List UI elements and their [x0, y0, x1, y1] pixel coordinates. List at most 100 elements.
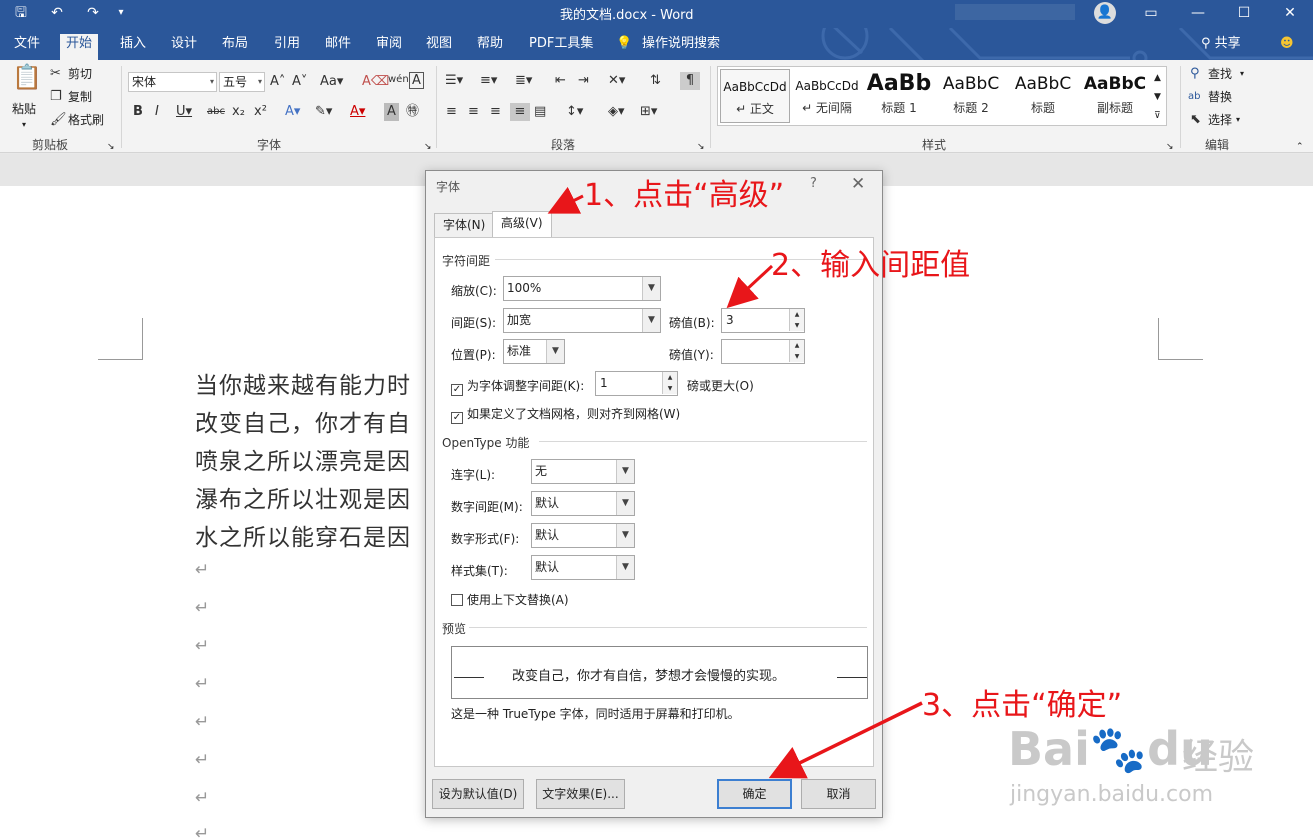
align-right-icon[interactable]: ≡: [490, 103, 501, 121]
tab-home[interactable]: 开始: [60, 34, 99, 60]
position-select[interactable]: 标准 ▼: [503, 339, 565, 364]
position-by-input[interactable]: ▲ ▼: [721, 339, 805, 364]
gallery-more-icon[interactable]: ⊽: [1154, 107, 1161, 125]
paste-dropdown-icon[interactable]: ▾: [22, 116, 26, 134]
shading-icon[interactable]: ◈▾: [608, 103, 625, 121]
paste-icon[interactable]: 📋: [12, 65, 42, 89]
underline-icon[interactable]: U▾: [176, 103, 192, 121]
line-spacing-icon[interactable]: ↕▾: [566, 103, 583, 121]
copy-icon[interactable]: ❐: [50, 88, 62, 106]
grow-font-icon[interactable]: A˄: [270, 73, 285, 91]
char-border-icon[interactable]: A: [409, 72, 424, 89]
spin-down-icon[interactable]: ▼: [789, 320, 804, 331]
change-case-icon[interactable]: Aa▾: [320, 73, 343, 91]
scissors-icon[interactable]: ✂: [50, 65, 61, 83]
select-cursor-icon[interactable]: ⬉: [1190, 111, 1201, 129]
spin-up-icon[interactable]: ▲: [789, 309, 804, 320]
ribbon-display-icon[interactable]: ▭: [1131, 2, 1171, 24]
select-button[interactable]: 选择: [1208, 111, 1232, 129]
scale-select[interactable]: 100% ▼: [503, 276, 661, 301]
decrease-indent-icon[interactable]: ⇤: [555, 72, 566, 90]
spin-up-icon[interactable]: ▲: [662, 372, 677, 383]
tab-review[interactable]: 审阅: [370, 34, 408, 60]
kerning-input[interactable]: 1 ▲ ▼: [595, 371, 678, 396]
tab-layout[interactable]: 布局: [216, 34, 254, 60]
highlight-icon[interactable]: ✎▾: [315, 103, 332, 121]
style-title[interactable]: AaBbC 标题: [1008, 69, 1078, 123]
numbering-icon[interactable]: ≡▾: [480, 72, 497, 90]
find-icon[interactable]: ⚲: [1190, 65, 1200, 83]
italic-icon[interactable]: I: [155, 103, 159, 121]
undo-icon[interactable]: ↶: [44, 3, 70, 23]
gallery-scroll-up-icon[interactable]: ▲: [1154, 69, 1161, 87]
redo-icon[interactable]: ↷: [80, 3, 106, 23]
shrink-font-icon[interactable]: A˅: [292, 73, 307, 91]
enclose-char-icon[interactable]: ㊕: [406, 103, 419, 121]
style-no-spacing[interactable]: AaBbCcDd ↵ 无间隔: [792, 69, 862, 123]
tab-help[interactable]: 帮助: [471, 34, 509, 60]
tab-design[interactable]: 设计: [165, 34, 203, 60]
ok-button[interactable]: 确定: [717, 779, 792, 809]
cut-button[interactable]: 剪切: [68, 65, 92, 83]
smiley-feedback-icon[interactable]: ☻: [1274, 34, 1300, 60]
number-forms-select[interactable]: 默认 ▼: [531, 523, 635, 548]
close-icon[interactable]: ✕: [851, 174, 865, 194]
customize-qat-icon[interactable]: ▾: [108, 3, 134, 23]
spacing-select[interactable]: 加宽 ▼: [503, 308, 661, 333]
ligatures-select[interactable]: 无 ▼: [531, 459, 635, 484]
replace-button[interactable]: 替换: [1208, 88, 1232, 106]
replace-icon[interactable]: ab: [1188, 88, 1200, 106]
tab-pdf-tools[interactable]: PDF工具集: [523, 34, 599, 60]
tab-insert[interactable]: 插入: [114, 34, 152, 60]
chinese-layout-icon[interactable]: ✕▾: [608, 72, 625, 90]
superscript-icon[interactable]: x²: [254, 103, 267, 121]
contextual-alternates-checkbox[interactable]: 使用上下文替换(A): [451, 591, 569, 608]
chevron-down-icon[interactable]: ▾: [1240, 65, 1244, 83]
text-effects-icon[interactable]: A▾: [285, 103, 300, 121]
distributed-icon[interactable]: ▤: [534, 103, 546, 121]
borders-icon[interactable]: ⊞▾: [640, 103, 657, 121]
justify-icon[interactable]: ≡: [510, 103, 530, 121]
close-window-icon[interactable]: ✕: [1270, 2, 1310, 24]
find-button[interactable]: 查找: [1208, 65, 1232, 83]
account-avatar-icon[interactable]: 👤: [1094, 2, 1116, 24]
help-icon[interactable]: ?: [810, 176, 817, 191]
cancel-button[interactable]: 取消: [801, 779, 876, 809]
share-button[interactable]: ⚲ 共享: [1195, 34, 1247, 60]
subscript-icon[interactable]: x₂: [232, 103, 245, 121]
tab-advanced[interactable]: 高级(V): [492, 211, 552, 238]
gallery-scroll-down-icon[interactable]: ▼: [1154, 88, 1161, 106]
minimize-icon[interactable]: —: [1178, 2, 1218, 24]
style-heading-2[interactable]: AaBbC 标题 2: [936, 69, 1006, 123]
align-left-icon[interactable]: ≡: [446, 103, 457, 121]
style-subtitle[interactable]: AaBbC 副标题: [1080, 69, 1150, 123]
font-name-combo[interactable]: 宋体 ▾: [128, 72, 217, 92]
stylistic-sets-select[interactable]: 默认 ▼: [531, 555, 635, 580]
tab-references[interactable]: 引用: [268, 34, 306, 60]
font-color-icon[interactable]: A▾: [350, 103, 365, 121]
clear-format-icon[interactable]: A⌫: [362, 73, 389, 91]
tell-me-search[interactable]: 操作说明搜索: [636, 34, 726, 60]
tab-mailings[interactable]: 邮件: [319, 34, 357, 60]
copy-button[interactable]: 复制: [68, 88, 92, 106]
spin-up-icon[interactable]: ▲: [789, 340, 804, 351]
spin-down-icon[interactable]: ▼: [789, 351, 804, 362]
format-painter-icon[interactable]: 🖌: [50, 111, 67, 129]
text-effects-button[interactable]: 文字效果(E)...: [536, 779, 625, 809]
set-default-button[interactable]: 设为默认值(D): [432, 779, 524, 809]
bullets-icon[interactable]: ☰▾: [445, 72, 463, 90]
sort-icon[interactable]: ⇅: [650, 72, 661, 90]
tab-view[interactable]: 视图: [420, 34, 458, 60]
lightbulb-icon[interactable]: 💡: [610, 34, 638, 60]
maximize-icon[interactable]: ☐: [1224, 2, 1264, 24]
number-spacing-select[interactable]: 默认 ▼: [531, 491, 635, 516]
phonetic-guide-icon[interactable]: wén: [388, 71, 409, 89]
increase-indent-icon[interactable]: ⇥: [578, 72, 589, 90]
snap-grid-checkbox[interactable]: ✓ 如果定义了文档网格，则对齐到网格(W): [451, 405, 680, 424]
font-size-combo[interactable]: 五号 ▾: [219, 72, 265, 92]
kerning-checkbox[interactable]: ✓ 为字体调整字间距(K):: [451, 377, 584, 396]
format-painter-button[interactable]: 格式刷: [68, 111, 104, 129]
bold-icon[interactable]: B: [133, 103, 143, 121]
spin-down-icon[interactable]: ▼: [662, 383, 677, 394]
spacing-by-input[interactable]: 3 ▲ ▼: [721, 308, 805, 333]
